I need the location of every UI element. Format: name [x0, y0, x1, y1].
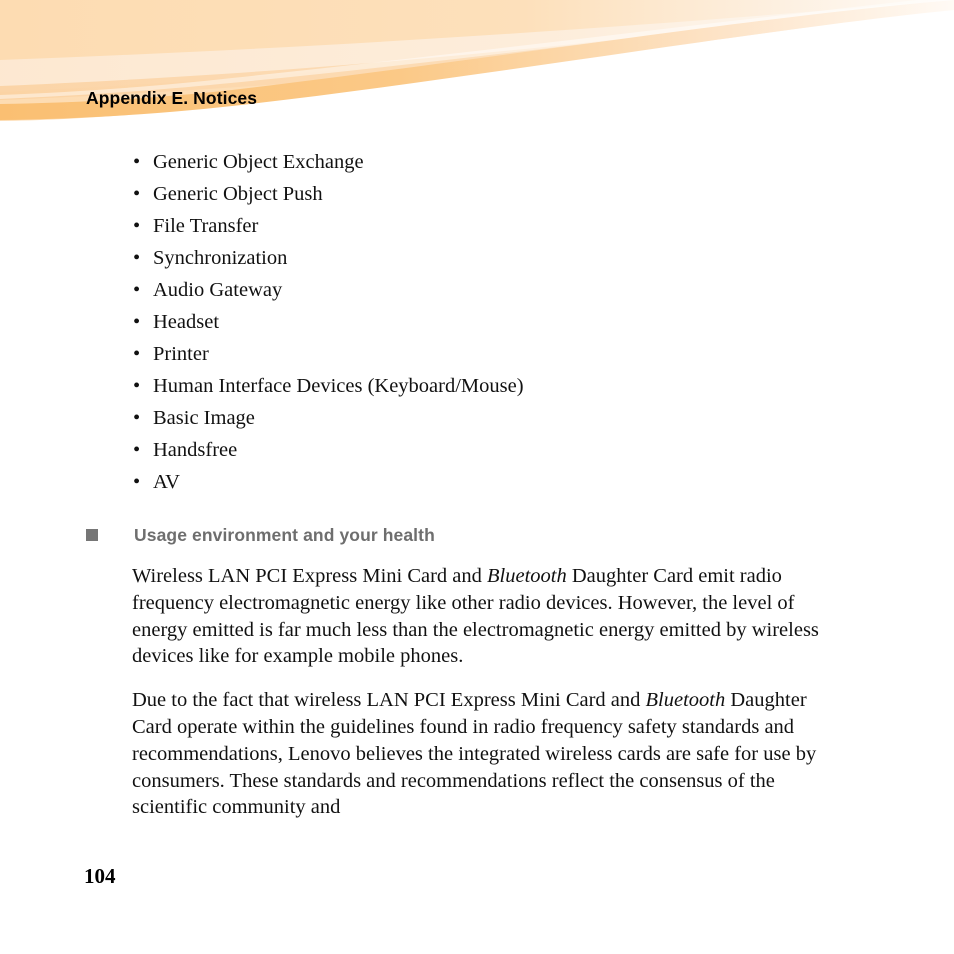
list-item-label: Human Interface Devices (Keyboard/Mouse): [153, 375, 524, 397]
bluetooth-profile-list: • Generic Object Exchange • Generic Obje…: [0, 146, 954, 498]
bullet-marker-icon: •: [133, 215, 141, 237]
list-item: • Headset: [0, 306, 954, 338]
paragraph-safety-standards: Due to the fact that wireless LAN PCI Ex…: [0, 687, 954, 821]
list-item: • File Transfer: [0, 210, 954, 242]
bullet-marker-icon: •: [133, 151, 141, 173]
page-title: Appendix E. Notices: [86, 88, 258, 108]
bullet-marker-icon: •: [133, 439, 141, 461]
bullet-marker-icon: •: [133, 311, 141, 333]
list-item-label: Printer: [153, 343, 209, 365]
header-swoosh-graphic: [0, 0, 954, 121]
paragraph-text: Wireless LAN PCI Express Mini Card and: [132, 565, 488, 587]
list-item: • Handsfree: [0, 434, 954, 466]
square-bullet-icon: [86, 529, 98, 541]
list-item-label: Generic Object Push: [153, 183, 323, 205]
list-item-label: File Transfer: [153, 215, 259, 237]
page-number: 104: [84, 864, 116, 888]
list-item-label: Synchronization: [153, 247, 288, 269]
bullet-marker-icon: •: [133, 247, 141, 269]
bullet-marker-icon: •: [133, 279, 141, 301]
list-item-label: Headset: [153, 311, 220, 333]
bullet-marker-icon: •: [133, 407, 141, 429]
bullet-marker-icon: •: [133, 343, 141, 365]
list-item: • Printer: [0, 338, 954, 370]
paragraph-usage-environment: Wireless LAN PCI Express Mini Card and B…: [0, 563, 954, 670]
list-item: • Generic Object Push: [0, 178, 954, 210]
bullet-marker-icon: •: [133, 375, 141, 397]
list-item: • Basic Image: [0, 402, 954, 434]
list-item: • Human Interface Devices (Keyboard/Mous…: [0, 370, 954, 402]
italic-term-bluetooth: Bluetooth: [645, 689, 726, 712]
list-item: • Audio Gateway: [0, 274, 954, 306]
list-item: • Synchronization: [0, 242, 954, 274]
list-item: • Generic Object Exchange: [0, 146, 954, 178]
list-item-label: Audio Gateway: [153, 279, 283, 301]
list-item-label: Generic Object Exchange: [153, 151, 364, 173]
page-content: • Generic Object Exchange • Generic Obje…: [0, 130, 954, 821]
italic-term-bluetooth: Bluetooth: [487, 565, 567, 587]
page-header-banner: Appendix E. Notices: [0, 0, 954, 130]
list-item-label: Handsfree: [153, 439, 238, 461]
paragraph-text: Due to the fact that wireless LAN PCI Ex…: [132, 689, 646, 712]
bullet-marker-icon: •: [133, 183, 141, 205]
list-item-label: AV: [153, 471, 180, 493]
list-item-label: Basic Image: [153, 407, 255, 429]
section-heading-label: Usage environment and your health: [134, 525, 435, 545]
list-item: • AV: [0, 466, 954, 498]
section-heading: Usage environment and your health: [0, 520, 954, 550]
bullet-marker-icon: •: [133, 471, 141, 493]
